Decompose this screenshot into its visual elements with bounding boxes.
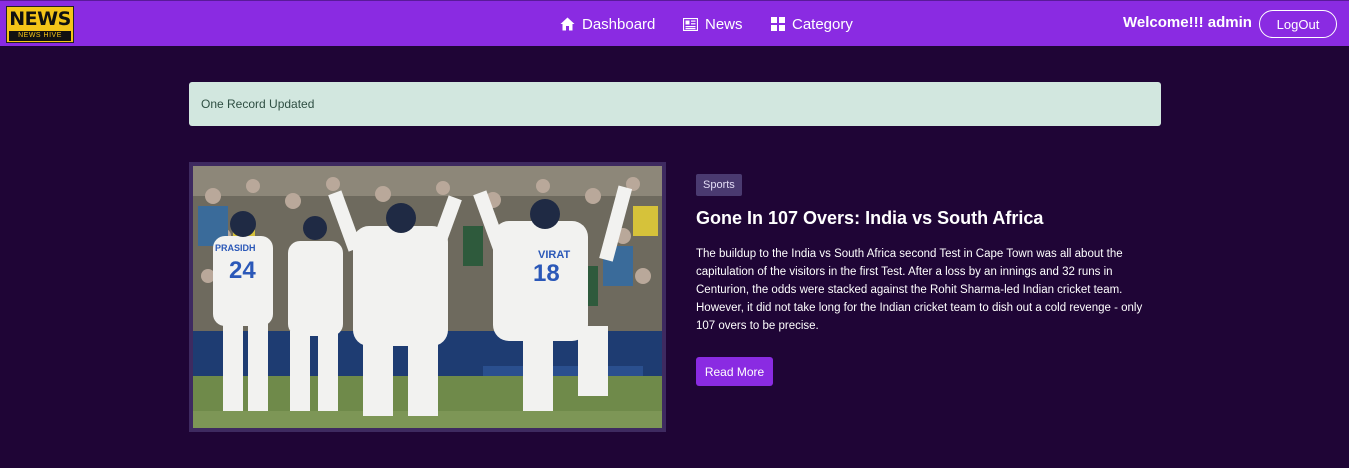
nav-dashboard[interactable]: Dashboard — [560, 14, 655, 34]
nav-dashboard-label: Dashboard — [582, 15, 656, 33]
nav-category[interactable]: Category — [771, 14, 853, 34]
newspaper-icon — [683, 17, 698, 31]
jersey-name-prasidh: PRASIDH — [215, 243, 256, 253]
article-title[interactable]: Gone In 107 Overs: India vs South Africa — [696, 208, 1043, 229]
logout-button[interactable]: LogOut — [1259, 10, 1337, 38]
logo-subtitle: NEWS HIVE — [9, 31, 71, 41]
home-icon — [560, 17, 575, 31]
logo-title: NEWS — [9, 8, 71, 30]
nav-news[interactable]: News — [683, 14, 743, 34]
welcome-text: Welcome!!! admin — [1123, 14, 1252, 31]
jersey-number-18: 18 — [533, 260, 560, 287]
grid-icon — [771, 17, 785, 31]
nav-news-label: News — [705, 15, 743, 33]
article-description: The buildup to the India vs South Africa… — [696, 248, 1143, 332]
nav-category-label: Category — [792, 15, 853, 33]
success-alert: One Record Updated — [189, 82, 1161, 126]
read-more-button[interactable]: Read More — [696, 357, 773, 386]
navbar: NEWS NEWS HIVE Dashboard News Category W… — [0, 0, 1349, 46]
site-logo[interactable]: NEWS NEWS HIVE — [6, 6, 74, 43]
jersey-number-24: 24 — [229, 257, 256, 284]
article-image[interactable]: PRASIDH 24 VIRAT 18 — [189, 162, 666, 432]
category-badge[interactable]: Sports — [696, 174, 742, 196]
